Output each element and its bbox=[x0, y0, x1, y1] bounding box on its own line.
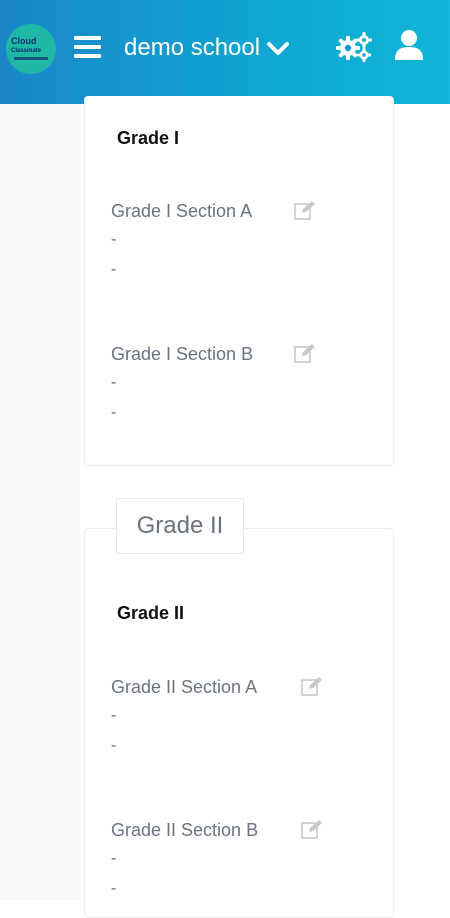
grade-tab-label: Grade II bbox=[136, 512, 224, 539]
school-name: demo school bbox=[124, 34, 261, 61]
grade-title: Grade II bbox=[117, 603, 185, 623]
grade-title: Grade I bbox=[117, 128, 180, 148]
edit-icon[interactable] bbox=[294, 200, 316, 220]
chevron-down-icon bbox=[267, 42, 290, 55]
school-logo[interactable]: Cloud Classmate bbox=[6, 24, 56, 74]
section-name: Grade II Section B bbox=[111, 820, 259, 840]
section-name: Grade I Section A bbox=[111, 201, 253, 221]
edit-icon[interactable] bbox=[301, 676, 323, 696]
grade-card: Grade II Grade II Section A - - Grade II… bbox=[84, 528, 394, 918]
logo-subtext: Classmate bbox=[11, 48, 42, 54]
section-name: Grade I Section B bbox=[111, 344, 254, 364]
section-detail-1: - bbox=[111, 850, 117, 867]
sidebar-background bbox=[0, 104, 80, 900]
section-detail-1: - bbox=[111, 374, 117, 391]
section-detail-1: - bbox=[111, 231, 117, 248]
section-detail-2: - bbox=[111, 261, 117, 278]
top-navbar: Cloud Classmate demo school bbox=[0, 0, 450, 104]
user-profile-icon[interactable] bbox=[395, 29, 423, 61]
hamburger-menu-icon[interactable] bbox=[74, 36, 101, 58]
logo-bar bbox=[14, 57, 48, 60]
section-detail-2: - bbox=[111, 404, 117, 421]
section-detail-2: - bbox=[111, 880, 117, 897]
edit-icon[interactable] bbox=[294, 343, 316, 363]
grade-card: Grade I Grade I Section A - - Grade I Se… bbox=[84, 96, 394, 466]
edit-icon[interactable] bbox=[301, 819, 323, 839]
school-selector[interactable]: demo school bbox=[124, 30, 290, 66]
grade-tab[interactable]: Grade II bbox=[116, 498, 244, 554]
section-detail-2: - bbox=[111, 737, 117, 754]
section-name: Grade II Section A bbox=[111, 677, 258, 697]
logo-text: Cloud bbox=[11, 36, 37, 46]
section-detail-1: - bbox=[111, 707, 117, 724]
settings-gears-icon[interactable] bbox=[335, 31, 373, 63]
